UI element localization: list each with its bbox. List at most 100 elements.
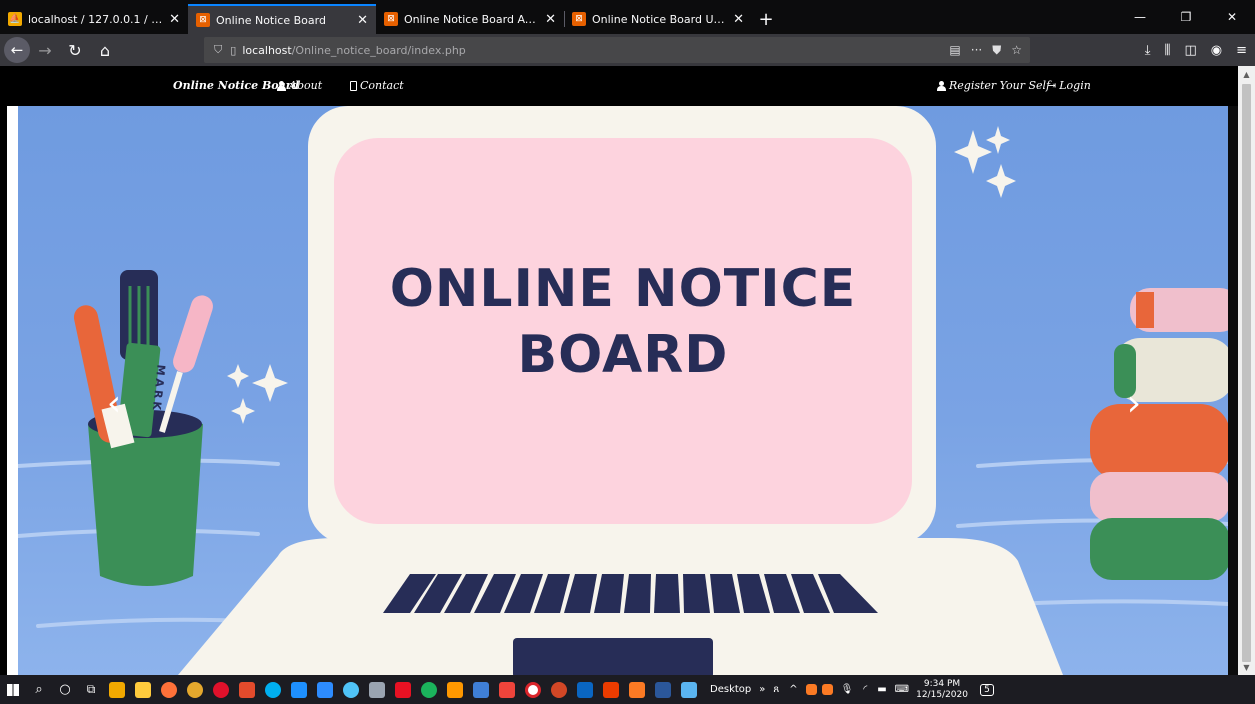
clock-date: 12/15/2020 (916, 689, 968, 700)
url-host: localhost (242, 43, 292, 57)
powerpoint-icon[interactable] (546, 675, 572, 704)
word-icon[interactable] (650, 675, 676, 704)
skype-icon[interactable] (260, 675, 286, 704)
new-tab-button[interactable]: + (752, 4, 780, 34)
anydesk-icon[interactable] (494, 675, 520, 704)
notification-center-icon[interactable]: 5 (976, 679, 998, 701)
store-icon[interactable] (104, 675, 130, 704)
restore-icon[interactable]: ❐ (1163, 0, 1209, 34)
hero-illustration (18, 106, 1228, 675)
downloads-icon[interactable]: ⤓ (1145, 43, 1151, 58)
people-icon[interactable]: ጸ (773, 684, 779, 695)
app-icon[interactable] (338, 675, 364, 704)
tab-title: localhost / 127.0.0.1 / online_n (28, 12, 163, 26)
phone-icon (350, 80, 357, 91)
xampp-tray-icon[interactable] (804, 675, 820, 704)
mail-icon[interactable] (390, 675, 416, 704)
chevron-right-icon[interactable]: » (759, 684, 765, 695)
close-window-icon[interactable]: ✕ (1209, 0, 1255, 34)
scroll-up-icon[interactable]: ▲ (1238, 66, 1255, 82)
clock-time: 9:34 PM (923, 678, 961, 689)
windows-taskbar: ⌕ ○ ⧉ Desktop » ጸ ^ 🎙 ◜ ▬ ⌨ 9:34 PM 12/1… (0, 675, 1255, 704)
app-icon[interactable] (286, 675, 312, 704)
tab-title: Online Notice Board Admin Da (404, 12, 539, 26)
camera-icon[interactable] (364, 675, 390, 704)
hero-title-line2: BOARD (517, 325, 729, 385)
hero-title-line1: ONLINE NOTICE (389, 259, 857, 319)
xampp-icon: ⊠ (572, 12, 586, 26)
edge-icon[interactable] (416, 675, 442, 704)
notification-count: 5 (980, 683, 994, 696)
carousel-prev-button[interactable]: ‹ (104, 386, 124, 426)
close-tab-icon[interactable]: ✕ (357, 13, 368, 28)
bookmark-star-icon[interactable]: ☆ (1011, 43, 1022, 57)
nav-register[interactable]: Register Your Self (937, 79, 1050, 92)
file-explorer-icon[interactable] (130, 675, 156, 704)
url-path: /Online_notice_board/index.php (291, 43, 466, 57)
user-icon (277, 80, 286, 91)
photos-icon[interactable] (676, 675, 702, 704)
nav-register-label: Register Your Self (949, 79, 1051, 92)
browser-tab-phpmyadmin[interactable]: ⛵ localhost / 127.0.0.1 / online_n ✕ (0, 4, 188, 34)
minimize-icon[interactable]: — (1117, 0, 1163, 34)
desktop-toolbar-label[interactable]: Desktop (710, 684, 751, 695)
forward-button[interactable]: → (30, 36, 60, 64)
linkedin-icon[interactable] (572, 675, 598, 704)
url-bar[interactable]: ⛉ ▯ localhost /Online_notice_board/index… (204, 37, 1030, 63)
pocket-icon[interactable]: ⛊ (992, 43, 1001, 58)
xampp-taskbar-icon[interactable] (624, 675, 650, 704)
mic-icon[interactable]: 🎙 (841, 684, 854, 695)
page-actions-icon[interactable]: ··· (971, 43, 982, 57)
nav-contact[interactable]: Contact (350, 79, 404, 92)
close-tab-icon[interactable]: ✕ (169, 12, 180, 27)
scroll-down-icon[interactable]: ▼ (1238, 659, 1255, 675)
close-tab-icon[interactable]: ✕ (733, 12, 744, 27)
browser-tab-admin-dashboard[interactable]: ⊠ Online Notice Board Admin Da ✕ (376, 4, 564, 34)
app-icon[interactable] (468, 675, 494, 704)
sidebar-icon[interactable]: ◫ (1184, 43, 1196, 58)
shield-icon[interactable]: ⛉ (214, 43, 222, 57)
windows-start-icon[interactable] (0, 675, 26, 704)
keyboard-icon[interactable]: ⌨ (895, 684, 909, 695)
system-clock[interactable]: 9:34 PM 12/15/2020 (916, 679, 968, 701)
reload-button[interactable]: ↻ (60, 36, 90, 64)
reader-view-icon[interactable]: ▤ (949, 43, 960, 57)
browser-tab-online-notice-board[interactable]: ⊠ Online Notice Board ✕ (188, 4, 376, 34)
tab-title: Online Notice Board User Dash (592, 12, 727, 26)
search-icon[interactable]: ⌕ (26, 675, 52, 704)
app-icon[interactable] (234, 675, 260, 704)
xampp-tray-icon[interactable] (820, 675, 836, 704)
cortana-icon[interactable]: ○ (52, 675, 78, 704)
office-icon[interactable] (598, 675, 624, 704)
nav-about[interactable]: About (277, 79, 322, 92)
nav-login[interactable]: ⇥ Login (1047, 79, 1091, 92)
page-margin (7, 106, 18, 675)
back-button[interactable]: ← (4, 37, 30, 63)
account-icon[interactable]: ◉ (1211, 43, 1222, 58)
firefox-icon[interactable] (156, 675, 182, 704)
login-icon: ⇥ (1047, 79, 1057, 92)
page-scrollbar[interactable]: ▲ ▼ (1238, 66, 1255, 675)
phpmyadmin-icon: ⛵ (8, 12, 22, 26)
carousel-next-button[interactable]: › (1124, 386, 1144, 426)
close-tab-icon[interactable]: ✕ (545, 12, 556, 27)
chrome-icon[interactable] (182, 675, 208, 704)
menu-icon[interactable]: ≡ (1236, 43, 1247, 58)
app-icon[interactable] (520, 675, 546, 704)
library-icon[interactable]: ⫼ (1164, 43, 1170, 58)
sublime-icon[interactable] (442, 675, 468, 704)
user-icon (937, 80, 946, 91)
show-hidden-icons[interactable]: ^ (789, 684, 797, 695)
zoom-icon[interactable] (312, 675, 338, 704)
task-view-icon[interactable]: ⧉ (78, 675, 104, 704)
site-navbar: Online Notice Board About Contact Regist… (7, 66, 1238, 106)
wifi-icon[interactable]: ◜ (863, 684, 867, 695)
opera-icon[interactable] (208, 675, 234, 704)
scrollbar-thumb[interactable] (1242, 84, 1251, 662)
window-controls: — ❐ ✕ (1117, 0, 1255, 34)
browser-tab-user-dashboard[interactable]: ⊠ Online Notice Board User Dash ✕ (564, 4, 752, 34)
home-button[interactable]: ⌂ (90, 36, 120, 64)
battery-icon[interactable]: ▬ (877, 684, 886, 695)
nav-contact-label: Contact (360, 79, 404, 92)
xampp-icon: ⊠ (196, 13, 210, 27)
